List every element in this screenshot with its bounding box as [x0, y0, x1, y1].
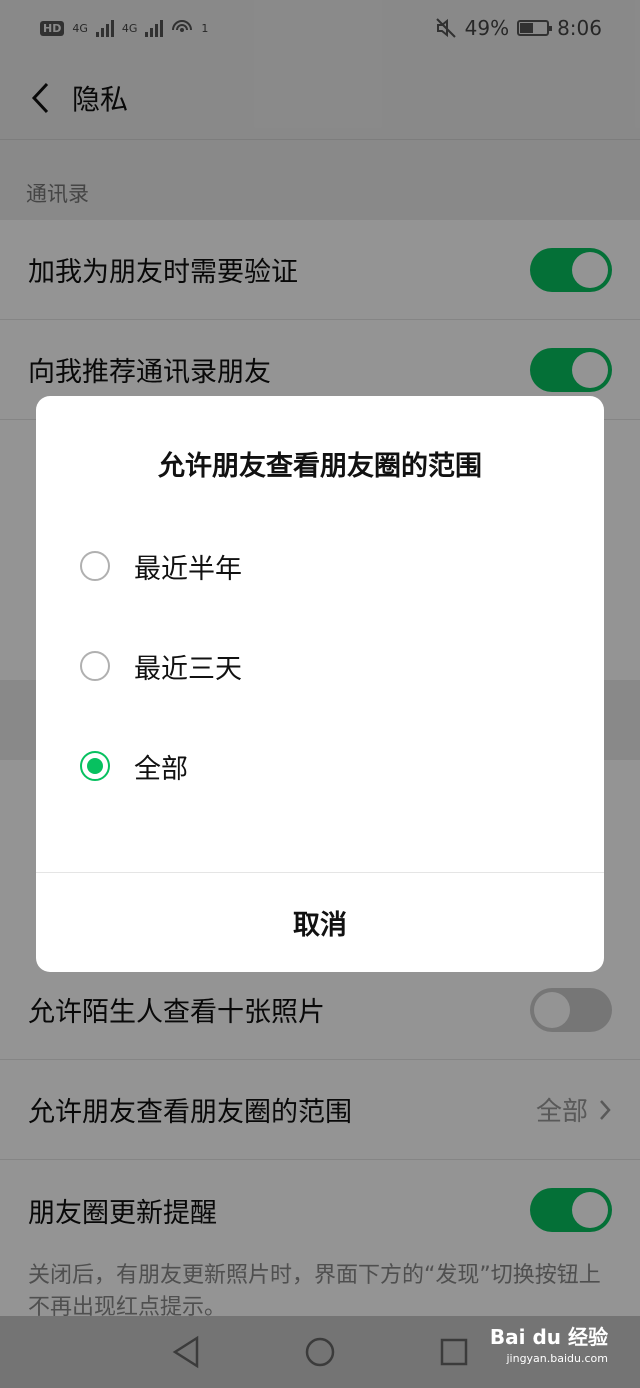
option-label: 全部: [134, 753, 188, 785]
cancel-button[interactable]: 取消: [36, 873, 604, 972]
option-label: 最近三天: [134, 653, 242, 685]
option-all[interactable]: 全部: [80, 736, 560, 796]
moments-range-dialog: 允许朋友查看朋友圈的范围 最近半年 最近三天 全部 取消: [36, 396, 604, 972]
option-last-half-year[interactable]: 最近半年: [80, 536, 560, 596]
watermark-url: jingyan.baidu.com: [506, 1352, 608, 1365]
option-label: 最近半年: [134, 553, 242, 585]
radio-button[interactable]: [80, 551, 110, 581]
radio-button[interactable]: [80, 751, 110, 781]
dialog-title: 允许朋友查看朋友圈的范围: [158, 451, 482, 482]
baidu-watermark: Bai du 经验 jingyan.baidu.com: [490, 1326, 608, 1370]
radio-button[interactable]: [80, 651, 110, 681]
watermark-brand: Bai du 经验: [489, 1325, 608, 1349]
option-last-three-days[interactable]: 最近三天: [80, 636, 560, 696]
